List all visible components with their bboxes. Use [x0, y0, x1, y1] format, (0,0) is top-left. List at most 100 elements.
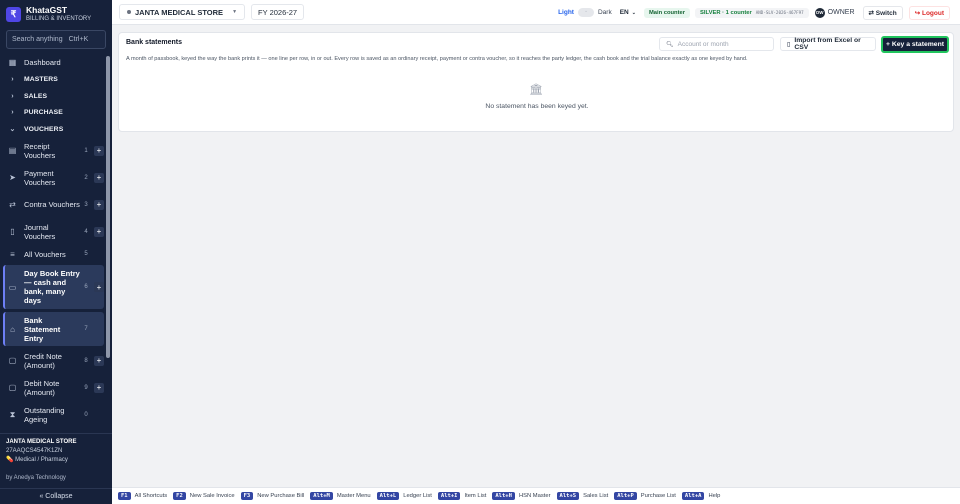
brand-subtitle: BILLING & INVENTORY: [26, 16, 92, 22]
search-placeholder: Account or month: [677, 40, 729, 48]
sidebar-item-dashboard[interactable]: ▦ Dashboard: [0, 53, 104, 71]
add-payment-button[interactable]: +: [94, 172, 104, 183]
sidebar-item-credit-note[interactable]: ▢ Credit Note (Amount) 8 +: [0, 347, 104, 374]
shortcut-label: HSN Master: [518, 493, 551, 499]
sidebar-scrollbar[interactable]: [106, 56, 110, 358]
shortcut-key: 9: [84, 384, 88, 391]
statement-search-input[interactable]: 🔍︎ Account or month: [659, 37, 774, 51]
sidebar-item-label: Payment Vouchers: [24, 168, 56, 187]
sidebar-section-label: MASTERS: [24, 76, 58, 83]
sidebar: ₹ KhataGST BILLING & INVENTORY Search an…: [0, 0, 112, 504]
shortcut-label: New Sale Invoice: [189, 493, 235, 499]
shortcut-alt-p[interactable]: Alt+P Purchase List: [614, 492, 676, 500]
add-day-book-button[interactable]: +: [94, 282, 104, 292]
chevron-down-icon: ⌄: [631, 9, 636, 16]
shortcut-key: Alt+P: [614, 492, 637, 500]
send-icon: ➤: [9, 173, 16, 182]
sidebar-item-all-vouchers[interactable]: ≡ All Vouchers 5: [0, 245, 104, 263]
brand-logo: ₹: [6, 6, 21, 22]
shortcut-key: Alt+L: [376, 492, 400, 500]
sidebar-section-masters[interactable]: › MASTERS: [0, 71, 104, 88]
receipt-icon: ▤: [8, 146, 17, 155]
sidebar-section-label: PURCHASE: [24, 109, 63, 116]
shortcut-bar: F1 All Shortcuts F2 New Sale Invoice F3 New…: [112, 487, 960, 504]
chevron-right-icon: ›: [11, 109, 14, 116]
sidebar-item-label: Outstanding Ageing: [24, 405, 65, 424]
sidebar-item-contra-vouchers[interactable]: ⇄ Contra Vouchers 3 +: [0, 191, 104, 218]
sidebar-section-vouchers[interactable]: ⌄ VOUCHERS: [0, 121, 104, 137]
language-selector[interactable]: EN ⌄: [620, 9, 636, 16]
sidebar-item-label: Receipt Vouchers: [24, 141, 56, 160]
shortcut-alt-l[interactable]: Alt+L Ledger List: [376, 492, 432, 500]
plan-badge: SILVER · 1 counter AND-SLV-2026-467F97: [695, 7, 809, 18]
key-statement-button[interactable]: + Key a statement: [881, 36, 949, 53]
shortcut-key: Alt+H: [492, 492, 515, 500]
language-label: EN: [619, 9, 629, 16]
add-debit-note-button[interactable]: +: [94, 382, 104, 393]
shortcut-key: F2: [173, 492, 186, 500]
shortcut-f1[interactable]: F1 All Shortcuts: [118, 492, 167, 500]
sidebar-item-outstanding-ageing[interactable]: ⧗ Outstanding Ageing 0: [0, 401, 104, 428]
search-placeholder: Search anything: [12, 36, 63, 43]
shortcut-key: 4: [84, 228, 88, 235]
shortcut-key: F3: [240, 492, 254, 500]
sidebar-item-label: Credit Note (Amount): [24, 351, 62, 370]
chevron-down-icon: ⌄: [9, 126, 16, 133]
shortcut-key: 0: [84, 411, 88, 418]
list-icon: ≡: [10, 249, 15, 259]
sidebar-item-label: Debit Note (Amount): [24, 378, 60, 397]
sidebar-item-receipt-vouchers[interactable]: ▤ Receipt Vouchers 1 +: [0, 137, 104, 164]
theme-light-label[interactable]: Light: [558, 9, 574, 16]
sidebar-item-bank-statement-entry[interactable]: ⌂ Bank Statement Entry 7: [3, 312, 104, 346]
shortcut-alt-m[interactable]: Alt+M Master Menu: [310, 492, 371, 500]
store-selector[interactable]: JANTA MEDICAL STORE ▼: [119, 4, 246, 20]
collapse-button[interactable]: « Collapse: [0, 488, 112, 504]
sidebar-section-sales[interactable]: › SALES: [0, 88, 104, 104]
sidebar-section-purchase[interactable]: › PURCHASE: [0, 104, 104, 121]
store-gstin: 27AAQCS4547K1ZN: [6, 448, 63, 454]
sidebar-item-day-book-entry[interactable]: ▭ Day Book Entry — cash and bank, many d…: [3, 265, 104, 309]
shortcut-key: 7: [84, 326, 88, 332]
shortcut-alt-h[interactable]: Alt+H HSN Master: [492, 492, 551, 500]
shortcut-alt-a[interactable]: Alt+A Help: [681, 492, 720, 500]
theme-toggle[interactable]: ◦: [577, 8, 594, 17]
shortcut-key: Alt+S: [556, 492, 580, 500]
sidebar-item-label: Dashboard: [24, 57, 61, 67]
document-icon: ▢: [8, 383, 17, 392]
sidebar-item-label: Journal Vouchers: [24, 222, 56, 241]
add-journal-button[interactable]: +: [94, 226, 104, 237]
switch-button[interactable]: ⇄ Switch: [862, 5, 903, 20]
sidebar-item-debit-note[interactable]: ▢ Debit Note (Amount) 9 +: [0, 374, 104, 401]
shortcut-f2[interactable]: F2 New Sale Invoice: [173, 492, 235, 500]
brand: ₹ KhataGST BILLING & INVENTORY: [0, 0, 112, 28]
plan-label: SILVER · 1 counter: [700, 9, 752, 16]
shortcut-alt-s[interactable]: Alt+S Sales List: [556, 492, 609, 500]
import-button[interactable]: ▯ Import from Excel or CSV: [780, 37, 876, 51]
shortcut-key: Alt+A: [681, 492, 705, 500]
sidebar-item-journal-vouchers[interactable]: ▯ Journal Vouchers 4 +: [0, 218, 104, 245]
brand-name: KhataGST: [26, 5, 68, 15]
shortcut-label: Sales List: [583, 493, 609, 499]
logout-button[interactable]: ↪ Logout: [908, 5, 950, 20]
shortcut-alt-i[interactable]: Alt+I Item List: [437, 492, 486, 500]
shortcut-label: Ledger List: [403, 493, 432, 499]
import-label: Import from Excel or CSV: [794, 37, 861, 51]
hourglass-icon: ⧗: [9, 409, 16, 419]
grid-icon: ▦: [8, 57, 17, 67]
add-receipt-button[interactable]: +: [94, 145, 104, 156]
sidebar-item-label: Bank Statement Entry: [24, 315, 61, 343]
shortcut-label: Master Menu: [336, 493, 371, 499]
theme-dark-label[interactable]: Dark: [598, 9, 612, 16]
avatar[interactable]: OW: [814, 7, 825, 18]
plan-code: AND-SLV-2026-467F97: [755, 10, 804, 15]
shortcut-f3[interactable]: F3 New Purchase Bill: [240, 492, 304, 500]
shortcut-key: 8: [84, 357, 88, 364]
sidebar-item-label: Day Book Entry — cash and bank, many day…: [24, 269, 80, 305]
sidebar-nav: ▦ Dashboard › MASTERS › SALES › PURCHASE…: [0, 53, 112, 428]
add-contra-button[interactable]: +: [94, 199, 104, 210]
sidebar-search-input[interactable]: Search anything Ctrl+K: [6, 30, 106, 49]
caret-down-icon: ▼: [232, 9, 238, 15]
sidebar-item-payment-vouchers[interactable]: ➤ Payment Vouchers 2 +: [0, 164, 104, 191]
add-credit-note-button[interactable]: +: [94, 355, 104, 366]
fy-selector[interactable]: FY 2026-27: [251, 4, 305, 20]
